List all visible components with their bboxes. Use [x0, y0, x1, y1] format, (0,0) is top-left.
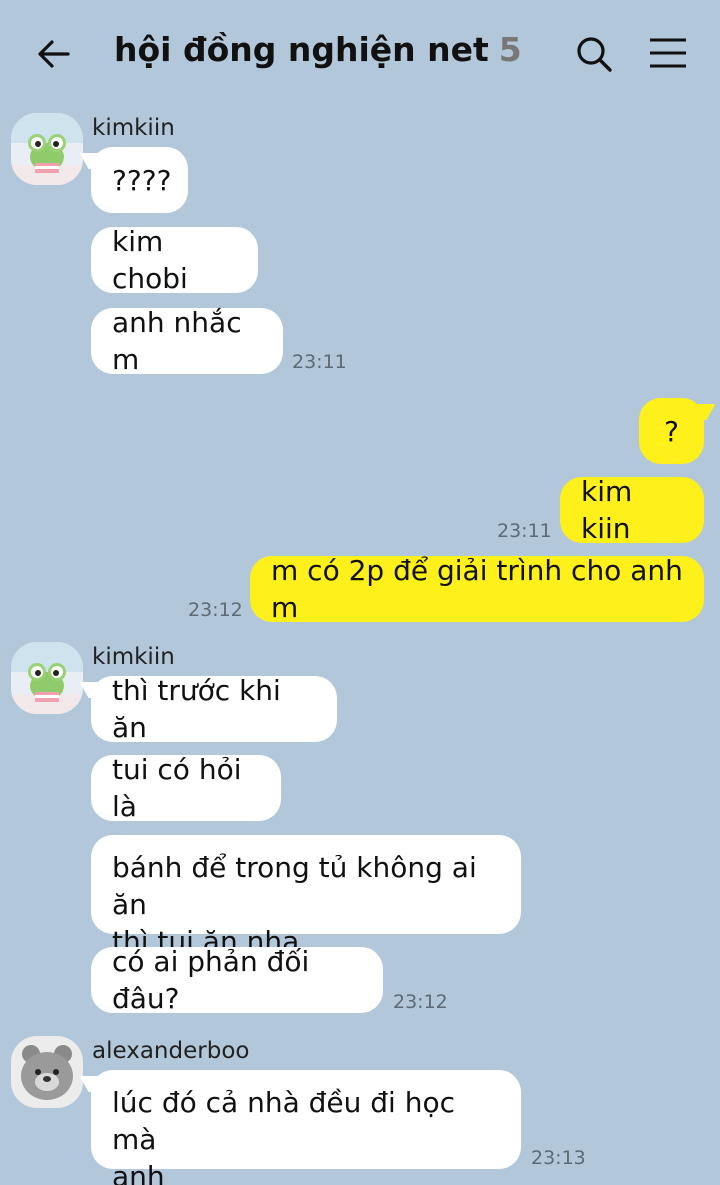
message-timestamp: 23:11: [292, 351, 347, 373]
avatar-kimkiin[interactable]: [11, 113, 83, 185]
sender-name: kimkiin: [92, 644, 175, 670]
back-arrow-icon[interactable]: [34, 34, 74, 74]
message-text: ????: [112, 163, 172, 197]
message-bubble[interactable]: tui có hỏi là: [91, 753, 281, 823]
chat-title[interactable]: hội đồng nghiện net 5: [114, 30, 522, 69]
message-timestamp: 23:13: [531, 1147, 586, 1169]
chat-name: hội đồng nghiện net: [114, 30, 489, 69]
message-text: m có 2p để giải trình cho anh m: [271, 554, 683, 624]
search-icon[interactable]: [572, 32, 616, 76]
message-text: anh nhắc m: [112, 306, 242, 376]
message-text: ?: [664, 414, 679, 448]
message-timestamp: 23:12: [188, 599, 243, 621]
message-text: thì trước khi ăn: [112, 674, 281, 744]
message-text: có ai phản đối đâu?: [112, 945, 310, 1015]
my-message-bubble[interactable]: m có 2p để giải trình cho anh m: [250, 554, 704, 624]
message-bubble[interactable]: thì trước khi ăn: [91, 674, 337, 744]
message-timestamp: 23:11: [497, 520, 552, 542]
message-bubble[interactable]: lúc đó cả nhà đều đi học mà anh: [91, 1070, 521, 1185]
my-message-bubble[interactable]: ?: [639, 398, 704, 464]
my-message-bubble[interactable]: kim kiin: [560, 475, 704, 545]
message-text: lúc đó cả nhà đều đi học mà anh: [112, 1086, 455, 1185]
message-text: kim kiin: [581, 475, 633, 545]
sender-name: alexanderboo: [92, 1038, 250, 1064]
avatar-kimkiin[interactable]: [11, 642, 83, 714]
sender-name: kimkiin: [92, 115, 175, 141]
message-bubble[interactable]: bánh để trong tủ không ai ăn thì tui ăn …: [91, 835, 521, 958]
message-timestamp: 23:12: [393, 991, 448, 1013]
message-bubble[interactable]: ????: [91, 147, 188, 213]
message-bubble[interactable]: anh nhắc m: [91, 306, 283, 376]
message-text: tui có hỏi là: [112, 753, 242, 823]
member-count: 5: [498, 30, 522, 69]
message-text: kim chobi: [112, 225, 188, 295]
menu-icon[interactable]: [646, 32, 690, 76]
message-bubble[interactable]: kim chobi: [91, 225, 258, 295]
avatar-alexanderboo[interactable]: [11, 1036, 83, 1108]
message-bubble[interactable]: có ai phản đối đâu?: [91, 945, 383, 1015]
chat-header: hội đồng nghiện net 5: [0, 0, 720, 104]
